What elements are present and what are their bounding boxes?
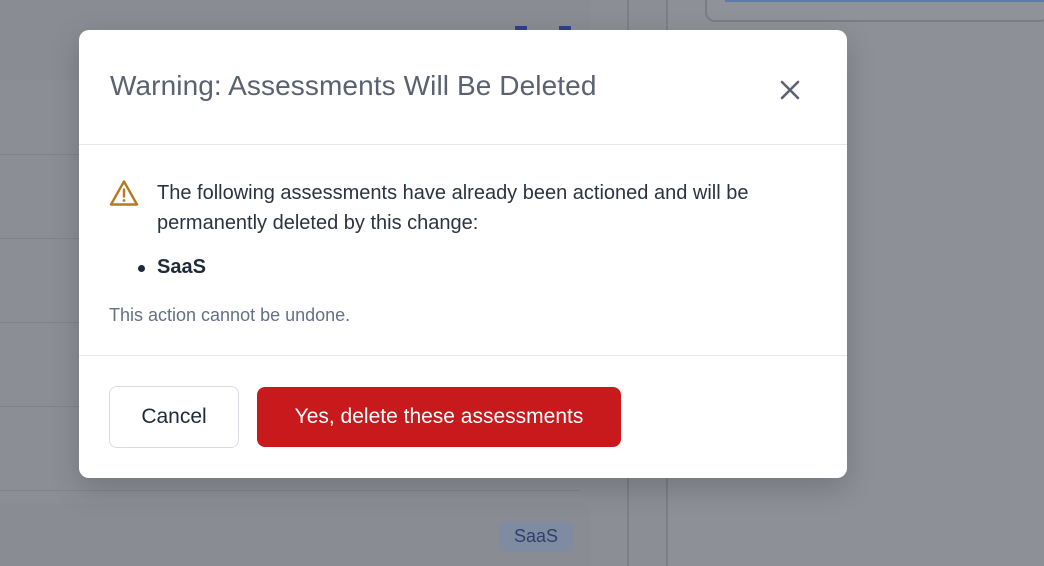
background-tag: SaaS [499, 521, 573, 552]
dialog-header: Warning: Assessments Will Be Deleted [79, 30, 847, 145]
cancel-button[interactable]: Cancel [109, 386, 239, 448]
confirm-delete-button[interactable]: Yes, delete these assessments [257, 387, 621, 447]
close-icon [780, 80, 800, 100]
close-button[interactable] [773, 73, 807, 107]
background-divider [0, 490, 580, 491]
dialog-body: The following assessments have already b… [79, 145, 847, 356]
dialog-title: Warning: Assessments Will Be Deleted [110, 70, 597, 101]
list-item: SaaS [157, 256, 206, 278]
warning-message: The following assessments have already b… [157, 182, 749, 234]
assessment-list: SaaS [157, 253, 206, 281]
warning-triangle-icon [109, 180, 139, 206]
background-input-accent [725, 0, 1044, 2]
background-input [705, 0, 1044, 22]
list-bullet [138, 265, 145, 272]
irreversible-note: This action cannot be undone. [109, 305, 351, 325]
dialog-footer: Cancel Yes, delete these assessments [79, 356, 847, 478]
delete-warning-dialog: Warning: Assessments Will Be Deleted The… [79, 30, 847, 478]
